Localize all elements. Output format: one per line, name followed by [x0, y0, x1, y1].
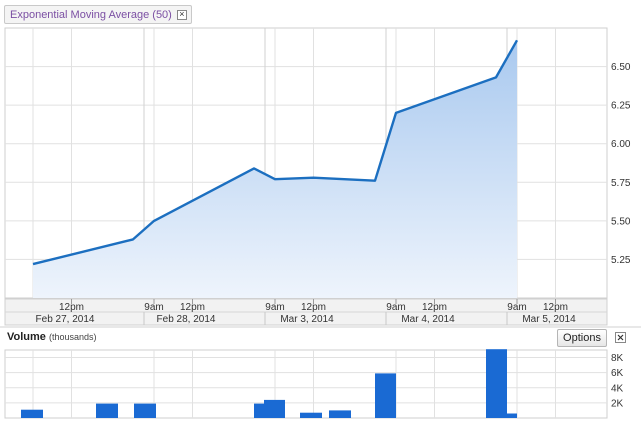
volume-title-text: Volume: [7, 331, 46, 343]
volume-bar: [134, 403, 156, 418]
volume-bar: [300, 412, 322, 418]
x-time-label: 9am: [144, 302, 163, 313]
x-date-label: Feb 27, 2014: [36, 314, 95, 325]
volume-bar: [486, 349, 507, 418]
x-time-label: 12pm: [180, 302, 205, 313]
x-time-label: 9am: [507, 302, 526, 313]
volume-y-label: 2K: [611, 398, 624, 409]
y-tick-label: 6.25: [611, 101, 631, 112]
indicator-tag: Exponential Moving Average (50) ×: [4, 5, 192, 24]
x-time-label: 9am: [265, 302, 284, 313]
volume-y-label: 8K: [611, 353, 624, 364]
x-time-label: 12pm: [422, 302, 447, 313]
volume-bar: [21, 409, 43, 418]
volume-bar: [264, 399, 285, 418]
x-date-label: Feb 28, 2014: [157, 314, 216, 325]
y-tick-label: 5.75: [611, 178, 631, 189]
x-date-label: Mar 3, 2014: [280, 314, 334, 325]
y-tick-label: 5.25: [611, 255, 631, 266]
x-time-label: 9am: [386, 302, 405, 313]
x-time-label: 12pm: [301, 302, 326, 313]
y-tick-label: 6.00: [611, 139, 631, 150]
volume-bar: [329, 410, 351, 418]
indicator-label: Exponential Moving Average (50): [10, 8, 172, 21]
volume-y-label: 4K: [611, 383, 624, 394]
chart-widget: 5.25 5.50 5.75 6.00 6.25 6.50 12pm 9am 12pm 9am 12…: [0, 0, 641, 424]
x-time-label: 12pm: [543, 302, 568, 313]
volume-title: Volume (thousands): [7, 331, 97, 343]
x-time-label: 12pm: [59, 302, 84, 313]
volume-bar: [375, 373, 396, 418]
x-date-label: Mar 4, 2014: [401, 314, 455, 325]
volume-bar: [507, 413, 517, 418]
options-button[interactable]: Options: [557, 329, 607, 347]
volume-bar: [254, 403, 265, 418]
volume-bar: [96, 403, 118, 418]
price-chart: 5.25 5.50 5.75 6.00 6.25 6.50 12pm 9am 12pm 9am 12…: [0, 27, 641, 419]
volume-y-label: 6K: [611, 368, 624, 379]
y-tick-label: 5.50: [611, 216, 631, 227]
volume-unit: (thousands): [48, 332, 97, 342]
x-date-label: Mar 5, 2014: [522, 314, 576, 325]
close-icon[interactable]: [615, 332, 626, 343]
y-tick-label: 6.50: [611, 62, 631, 73]
close-icon[interactable]: ×: [176, 9, 187, 20]
